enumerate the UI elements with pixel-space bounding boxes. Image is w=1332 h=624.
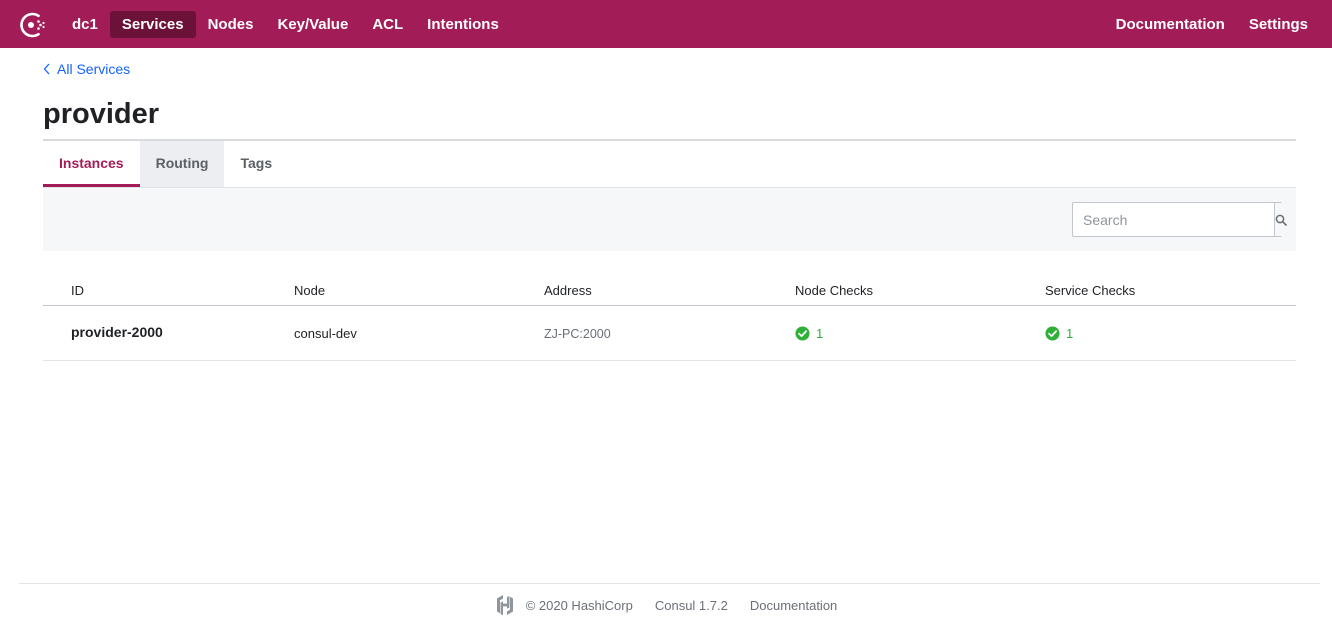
footer-documentation-link[interactable]: Documentation [750,598,837,613]
passing-check-icon [795,326,810,341]
nav-settings[interactable]: Settings [1237,11,1320,38]
page-title: provider [43,98,160,130]
chevron-left-icon [43,63,50,75]
tab-bar: Instances Routing Tags [43,141,288,187]
nav-documentation[interactable]: Documentation [1104,11,1237,38]
column-header-service-checks: Service Checks [1045,283,1136,298]
nav-services[interactable]: Services [109,11,196,38]
footer: © 2020 HashiCorp Consul 1.7.2 Documentat… [0,592,1332,618]
column-header-node: Node [294,283,326,298]
instance-node: consul-dev [294,326,357,341]
search-input[interactable] [1073,203,1274,236]
tab-instances[interactable]: Instances [43,141,140,187]
instance-id[interactable]: provider-2000 [71,304,163,359]
passing-check-icon [1045,326,1060,341]
breadcrumb-all-services[interactable]: All Services [43,61,130,77]
search-icon [1275,214,1287,226]
table-header: ID Node Address Node Checks Service Chec… [43,277,1296,306]
consul-logo-icon[interactable] [18,10,48,40]
hashicorp-logo-icon [495,594,515,616]
search-box [1072,202,1287,237]
tab-routing[interactable]: Routing [139,141,225,187]
breadcrumb-label: All Services [57,61,131,77]
datacenter-selector[interactable]: dc1 [60,11,110,38]
tab-tags[interactable]: Tags [224,141,288,187]
nav-acl[interactable]: ACL [360,11,415,38]
nav-nodes[interactable]: Nodes [196,11,266,38]
instances-table: ID Node Address Node Checks Service Chec… [43,277,1296,361]
search-button[interactable] [1274,203,1287,236]
instance-address: ZJ-PC:2000 [544,326,611,341]
secondary-nav: Documentation Settings [1104,11,1320,38]
node-checks-count: 1 [816,326,824,341]
node-checks-cell: 1 [795,306,823,361]
column-header-id: ID [71,283,84,298]
node-checks-passing: 1 [795,326,823,341]
filter-bar [43,188,1296,251]
top-nav: dc1 Services Nodes Key/Value ACL Intenti… [0,0,1332,48]
service-checks-count: 1 [1066,326,1074,341]
table-row[interactable]: provider-2000 consul-dev ZJ-PC:2000 1 1 [43,306,1296,361]
column-header-address: Address [544,283,592,298]
column-header-node-checks: Node Checks [795,283,874,298]
main-nav: dc1 Services Nodes Key/Value ACL Intenti… [60,11,511,38]
nav-key-value[interactable]: Key/Value [265,11,360,38]
footer-copyright: © 2020 HashiCorp [525,597,633,613]
service-checks-passing: 1 [1045,326,1073,341]
footer-divider [19,583,1320,584]
footer-version-link[interactable]: Consul 1.7.2 [655,598,728,613]
service-checks-cell: 1 [1045,306,1073,361]
nav-intentions[interactable]: Intentions [415,11,511,38]
